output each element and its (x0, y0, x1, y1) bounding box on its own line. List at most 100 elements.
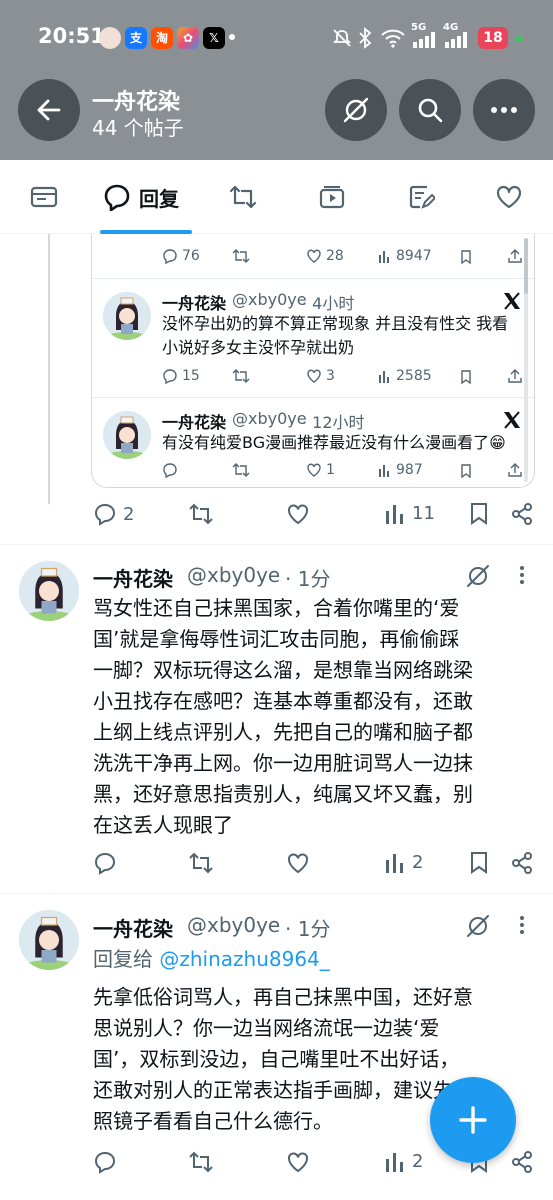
tab-media[interactable] (318, 182, 346, 212)
share-icon[interactable] (510, 502, 534, 526)
search-icon (418, 98, 443, 123)
repost-icon[interactable] (188, 851, 214, 875)
reply-count: 15 (182, 368, 200, 384)
bookmark-icon[interactable] (460, 463, 472, 479)
tab-posts[interactable] (30, 182, 58, 212)
status-time: 20:51 (38, 24, 105, 48)
reply-count: 2 (123, 503, 135, 525)
views-button[interactable]: 2 (384, 851, 423, 873)
reply-icon[interactable] (93, 1150, 117, 1174)
avatar[interactable] (103, 411, 151, 459)
card-top-repost[interactable] (232, 248, 250, 264)
more-options-icon[interactable] (519, 566, 525, 587)
parent-reply-button[interactable]: 2 (93, 502, 134, 526)
tab-likes[interactable] (495, 182, 523, 212)
grok-button[interactable] (325, 79, 387, 141)
reply-icon[interactable] (93, 851, 117, 875)
like-icon (307, 249, 321, 263)
tweet-text-line: 骂女性还自己抹黑国家，合着你嘴里的‘爱 (93, 596, 460, 620)
tweet-divider (0, 544, 553, 545)
more-button[interactable] (473, 79, 535, 141)
like-icon[interactable] (286, 851, 310, 875)
bookmark-icon[interactable] (460, 249, 472, 265)
bookmark-icon[interactable] (469, 851, 489, 875)
view-count: 8947 (396, 248, 432, 264)
author-name[interactable]: 一舟花染 (162, 290, 226, 314)
tweet-text-line: 小丑找存在感吧？连基本尊重都没有，还敢 (93, 689, 473, 713)
tab-reposts[interactable] (228, 182, 258, 212)
card-top-views[interactable]: 8947 (378, 248, 432, 264)
more-options-icon[interactable] (519, 916, 525, 937)
reply-icon (94, 503, 116, 526)
card1-likes[interactable]: 3 (306, 368, 335, 384)
tweet-text-line: 国’，双标到没边，自己嘴里吐不出好话， (93, 1047, 460, 1071)
article-tab-icon (409, 185, 435, 209)
avatar[interactable] (103, 292, 151, 340)
repost-icon[interactable] (188, 502, 214, 526)
card2-likes[interactable]: 1 (306, 462, 335, 478)
share-icon[interactable] (507, 248, 523, 264)
taobao-icon: 淘 (151, 27, 173, 49)
share-icon[interactable] (507, 462, 523, 478)
tab-replies[interactable]: 回复 (103, 182, 179, 212)
views-icon (379, 371, 389, 383)
author-handle[interactable]: @xby0ye (187, 913, 280, 937)
author-name[interactable]: 一舟花染 (93, 913, 173, 942)
avatar[interactable] (19, 561, 79, 621)
view-count: 2585 (396, 368, 432, 384)
quoted-posts-card[interactable]: 76 28 8947 一舟花染 @xby0ye · 4小时 没怀孕出奶的算不算正… (91, 234, 535, 488)
top-bar: 20:51 支 淘 ✿ 𝕏 5G 4G 18 一舟花染 44 个帖子 (0, 0, 553, 160)
card1-repost[interactable] (232, 368, 250, 384)
card2-replies[interactable] (162, 462, 178, 478)
share-icon[interactable] (510, 851, 534, 875)
avatar-illustration (103, 411, 151, 459)
view-count: 11 (412, 502, 435, 524)
search-button[interactable] (399, 79, 461, 141)
reply-to-handle[interactable]: @zhinazhu8964_ (159, 947, 329, 971)
card2-repost[interactable] (232, 462, 250, 478)
like-icon[interactable] (286, 502, 310, 526)
author-handle[interactable]: @xby0ye (232, 290, 307, 309)
card-separator (92, 397, 534, 398)
like-icon (307, 463, 321, 477)
bookmark-icon[interactable] (460, 369, 472, 385)
bookmark-icon[interactable] (469, 502, 489, 526)
like-icon (307, 369, 321, 383)
grok-explain-icon[interactable] (465, 563, 491, 589)
parent-views[interactable]: 11 (384, 502, 435, 524)
card1-replies[interactable]: 15 (162, 368, 200, 384)
card2-views[interactable]: 987 (378, 462, 423, 478)
share-icon[interactable] (507, 368, 523, 384)
compose-fab-button[interactable] (430, 1077, 516, 1163)
views-icon (379, 465, 389, 477)
author-name[interactable]: 一舟花染 (93, 563, 173, 592)
card-scrollbar-thumb[interactable] (524, 238, 528, 294)
avatar[interactable] (19, 910, 79, 970)
post-time: · 4小时 (302, 294, 355, 313)
arrow-left-icon (37, 99, 61, 121)
replying-to: 回复给 @zhinazhu8964_ (93, 943, 330, 972)
repost-icon (232, 249, 250, 263)
repost-icon[interactable] (188, 1150, 214, 1174)
thread-connector-line (48, 234, 50, 504)
views-button[interactable]: 2 (384, 1150, 423, 1172)
author-handle[interactable]: @xby0ye (232, 409, 307, 428)
grok-explain-icon[interactable] (465, 913, 491, 939)
share-icon[interactable] (510, 1150, 534, 1174)
tab-articles[interactable] (407, 182, 435, 212)
repost-tab-icon (229, 185, 257, 209)
avatar-illustration (19, 910, 79, 970)
card-top-likes[interactable]: 28 (306, 248, 344, 264)
card1-views[interactable]: 2585 (378, 368, 432, 384)
card-top-replies[interactable]: 76 (162, 248, 200, 264)
back-button[interactable] (18, 79, 80, 141)
views-icon (386, 854, 403, 873)
x-logo-icon (504, 292, 520, 310)
views-icon (386, 505, 403, 524)
tweet-text-line: 一脚？双标玩得这么溜，是想靠当网络跳梁 (93, 658, 473, 682)
like-icon[interactable] (286, 1150, 310, 1174)
author-name[interactable]: 一舟花染 (162, 409, 226, 433)
more-horizontal-icon (491, 107, 517, 113)
author-handle[interactable]: @xby0ye (187, 563, 280, 587)
post-text-line: 小说好多女主没怀孕就出奶 (162, 338, 355, 357)
